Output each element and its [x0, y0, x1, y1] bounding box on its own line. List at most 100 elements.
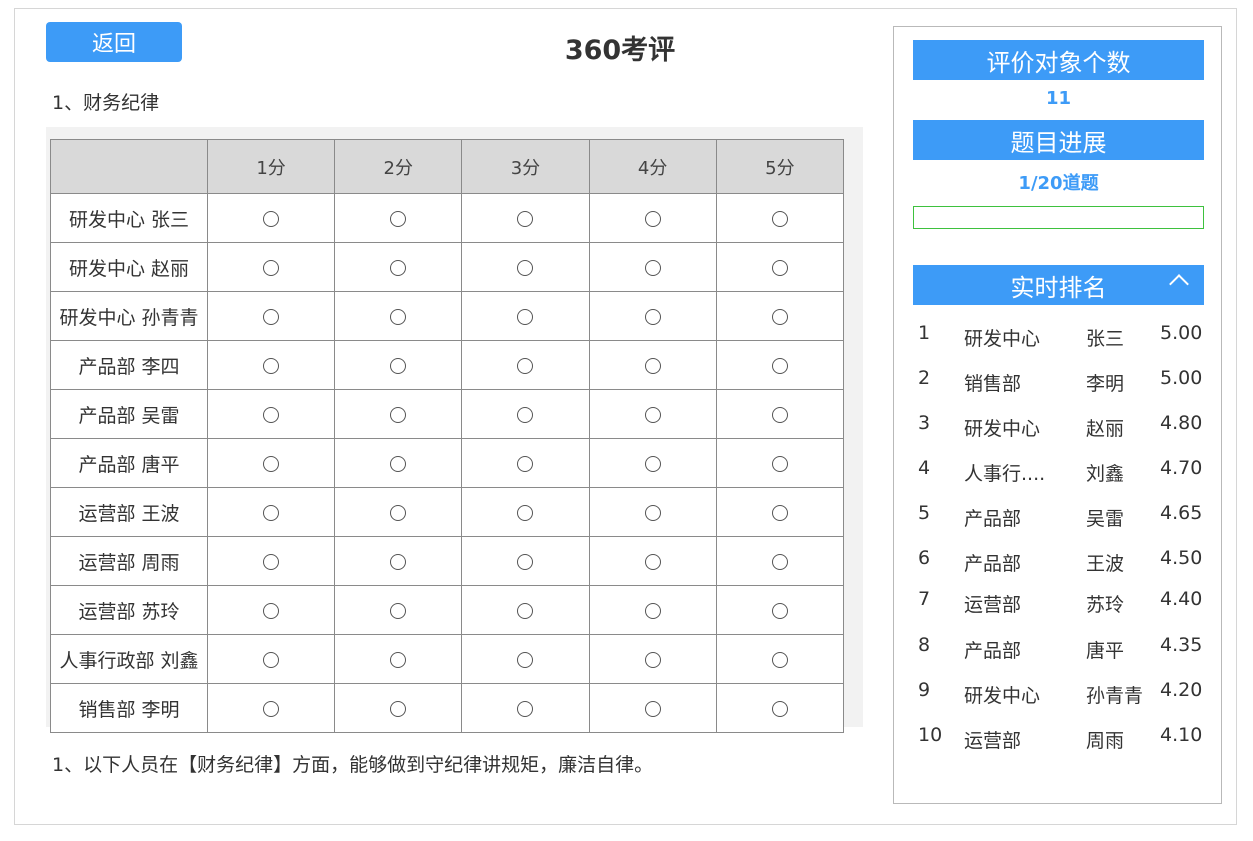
score-3-radio[interactable]	[517, 357, 534, 374]
score-1-radio[interactable]	[263, 602, 280, 619]
score-cell	[461, 634, 590, 684]
score-5-radio[interactable]	[771, 357, 788, 374]
score-3-radio[interactable]	[517, 700, 534, 717]
score-2-radio[interactable]	[390, 602, 407, 619]
score-2-radio[interactable]	[390, 259, 407, 276]
score-1-radio[interactable]	[263, 308, 280, 325]
score-4-radio[interactable]	[644, 504, 661, 521]
score-5-radio[interactable]	[771, 602, 788, 619]
score-5-radio[interactable]	[771, 210, 788, 227]
score-1-radio[interactable]	[263, 700, 280, 717]
score-3-radio[interactable]	[517, 259, 534, 276]
score-1-radio[interactable]	[263, 406, 280, 423]
score-1-radio[interactable]	[263, 455, 280, 472]
score-2-radio[interactable]	[390, 308, 407, 325]
score-3-radio[interactable]	[517, 455, 534, 472]
table-row: 研发中心 孙青青	[50, 291, 845, 341]
score-2-radio[interactable]	[390, 455, 407, 472]
score-4-radio[interactable]	[644, 406, 661, 423]
score-cell	[715, 389, 845, 439]
score-cell	[206, 291, 336, 341]
score-4-radio[interactable]	[644, 308, 661, 325]
score-cell	[588, 634, 717, 684]
score-cell	[461, 242, 590, 292]
score-cell	[206, 487, 336, 537]
ranking-row: 8 产品部 唐平 4.35	[913, 634, 1213, 664]
score-2-radio[interactable]	[390, 553, 407, 570]
score-3-radio[interactable]	[517, 602, 534, 619]
table-header-row: 1分 2分 3分 4分 5分	[50, 139, 845, 194]
ranking-dept: 运营部	[964, 594, 1022, 616]
score-1-radio[interactable]	[263, 259, 280, 276]
table-row: 运营部 周雨	[50, 536, 845, 586]
ranking-score: 5.00	[1160, 367, 1203, 389]
score-5-radio[interactable]	[771, 504, 788, 521]
score-5-radio[interactable]	[771, 308, 788, 325]
score-3-radio[interactable]	[517, 553, 534, 570]
score-cell	[206, 389, 336, 439]
score-cell	[461, 683, 590, 733]
progress-text: 1/20道题	[1018, 173, 1099, 194]
score-3-radio[interactable]	[517, 406, 534, 423]
score-5-radio[interactable]	[771, 259, 788, 276]
score-cell	[588, 536, 717, 586]
ranking-dept: 产品部	[964, 553, 1022, 575]
score-1-radio[interactable]	[263, 504, 280, 521]
score-2-radio[interactable]	[390, 357, 407, 374]
ranking-row: 9 研发中心 孙青青 4.20	[913, 679, 1213, 709]
score-4-radio[interactable]	[644, 553, 661, 570]
score-2-radio[interactable]	[390, 651, 407, 668]
ranking-name: 周雨	[1086, 730, 1125, 752]
ranking-row: 3 研发中心 赵丽 4.80	[913, 412, 1213, 442]
score-cell	[461, 291, 590, 341]
score-1-radio[interactable]	[263, 651, 280, 668]
back-button[interactable]: 返回	[46, 22, 182, 62]
score-5-radio[interactable]	[771, 700, 788, 717]
score-3-radio[interactable]	[517, 308, 534, 325]
score-cell	[461, 438, 590, 488]
score-2-radio[interactable]	[390, 700, 407, 717]
ranking-row: 10 运营部 周雨 4.10	[913, 724, 1213, 754]
score-2-radio[interactable]	[390, 406, 407, 423]
score-4-radio[interactable]	[644, 651, 661, 668]
score-5-radio[interactable]	[771, 651, 788, 668]
score-cell	[588, 340, 717, 390]
table-row: 销售部 李明	[50, 683, 845, 733]
score-cell	[206, 585, 336, 635]
score-3-radio[interactable]	[517, 504, 534, 521]
score-4-radio[interactable]	[644, 602, 661, 619]
score-2-radio[interactable]	[390, 210, 407, 227]
score-5-radio[interactable]	[771, 455, 788, 472]
ranking-row: 1 研发中心 张三 5.00	[913, 322, 1213, 352]
score-cell	[206, 340, 336, 390]
score-4-radio[interactable]	[644, 357, 661, 374]
person-name-cell: 研发中心 孙青青	[50, 291, 208, 341]
table-row: 产品部 李四	[50, 340, 845, 390]
score-4-radio[interactable]	[644, 700, 661, 717]
score-2-radio[interactable]	[390, 504, 407, 521]
score-1-radio[interactable]	[263, 357, 280, 374]
col-header-blank	[50, 139, 208, 194]
score-1-radio[interactable]	[263, 210, 280, 227]
score-3-radio[interactable]	[517, 210, 534, 227]
score-cell	[715, 536, 845, 586]
score-cell	[588, 487, 717, 537]
ranking-name: 王波	[1086, 553, 1125, 575]
score-4-radio[interactable]	[644, 210, 661, 227]
score-5-radio[interactable]	[771, 406, 788, 423]
score-5-radio[interactable]	[771, 553, 788, 570]
score-3-radio[interactable]	[517, 651, 534, 668]
col-header-3: 3分	[461, 139, 590, 194]
score-4-radio[interactable]	[644, 259, 661, 276]
ranking-dept: 研发中心	[964, 685, 1041, 707]
ranking-rank: 5	[918, 502, 931, 524]
score-cell	[588, 242, 717, 292]
chevron-up-icon[interactable]	[1169, 274, 1189, 294]
score-1-radio[interactable]	[263, 553, 280, 570]
score-4-radio[interactable]	[644, 455, 661, 472]
score-cell	[206, 536, 336, 586]
ranking-row: 7 运营部 苏玲 4.40	[913, 588, 1213, 618]
ranking-name: 刘鑫	[1086, 463, 1125, 485]
score-cell	[461, 487, 590, 537]
score-cell	[715, 242, 845, 292]
